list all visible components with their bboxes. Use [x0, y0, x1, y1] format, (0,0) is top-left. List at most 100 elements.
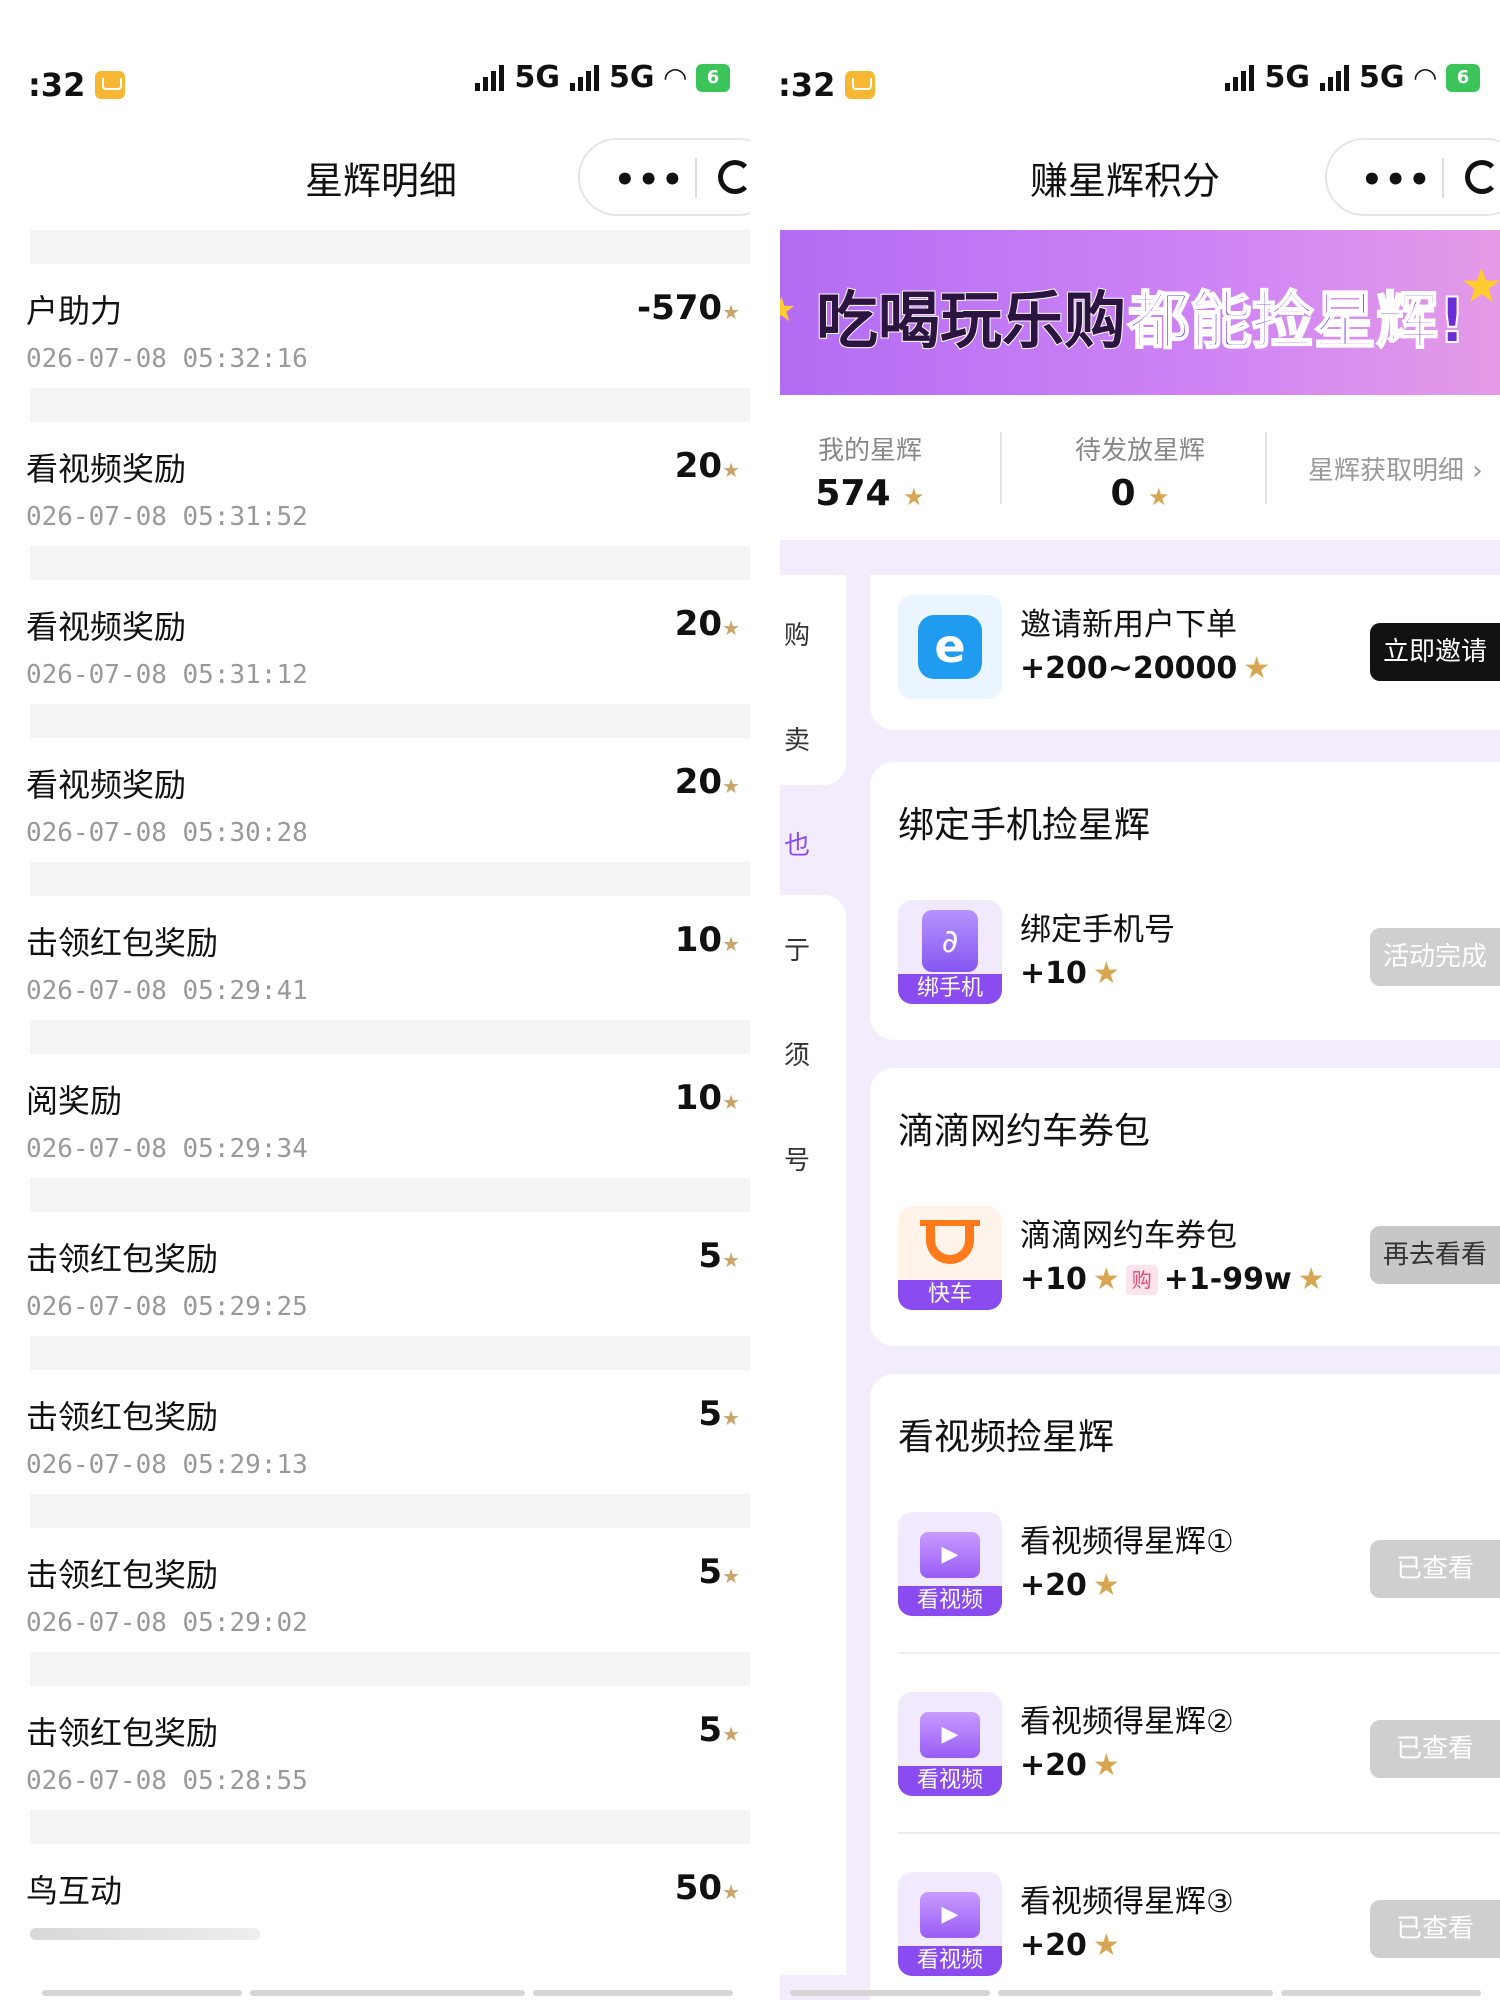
look-again-button[interactable]: 再去看看 — [1370, 1226, 1500, 1284]
signal-bars-icon — [1225, 64, 1255, 91]
invite-button[interactable]: 立即邀请 — [1370, 623, 1500, 681]
record-amount: 10★ — [674, 1078, 740, 1118]
status-time: :32 — [28, 66, 86, 104]
video-item: ▶ 看视频 看视频得星辉① +20 ★ 已查看 — [898, 1512, 1500, 1622]
bind-phone-item: ∂ 绑手机 绑定手机号 +10 ★ 活动完成 — [898, 900, 1500, 1010]
phone-thumb: ∂ 绑手机 — [898, 900, 1002, 1004]
star-icon: ★ — [1460, 258, 1500, 314]
signal-group: 5G 5G ◠ 6 — [475, 60, 730, 95]
video-item: ▶ 看视频 看视频得星辉② +20 ★ 已查看 — [898, 1692, 1500, 1802]
didi-thumb: 快车 — [898, 1206, 1002, 1310]
scroll-indicator — [250, 1990, 525, 1996]
category-sidebar: 购 卖 也 亍 须 号 — [780, 575, 846, 1975]
mini-program-capsule[interactable]: ••• — [578, 138, 750, 216]
video-task-name: 看视频得星辉① — [1020, 1524, 1234, 1560]
network-label: 5G — [514, 60, 560, 95]
star-icon: ★ — [1148, 483, 1170, 511]
didi-points: +10 — [1020, 1262, 1087, 1297]
viewed-button[interactable]: 已查看 — [1370, 1900, 1500, 1958]
record-title: 击领红包奖励 — [26, 1398, 219, 1436]
record-title: 户助力 — [26, 292, 123, 330]
record-amount: 20★ — [674, 762, 740, 802]
record-row: 看视频奖励 026-07-08 05:31:52 20★ — [0, 422, 750, 546]
invite-card: e 邀请新用户下单 +200~20000 ★ 立即邀请 — [870, 575, 1500, 730]
record-row: 阅奖励 026-07-08 05:29:34 10★ — [0, 1054, 750, 1178]
star-icon: ★ — [722, 616, 740, 640]
earn-points-screen: :32 5G 5G ◠ 6 赚星辉积分 ••• ★ 吃喝玩乐购 都能捡星辉! ★… — [750, 0, 1500, 2000]
points-summary: 我的星辉 574 ★ 待发放星辉 0 ★ 星辉获取明细 › — [780, 410, 1500, 520]
star-icon: ★ — [780, 290, 797, 330]
section-title: 滴滴网约车券包 — [898, 1111, 1151, 1152]
invite-thumb: e — [898, 595, 1002, 699]
record-title: 看视频奖励 — [26, 450, 187, 488]
thumb-label: 看视频 — [898, 1946, 1002, 1976]
close-icon[interactable] — [718, 160, 750, 194]
record-title: 看视频奖励 — [26, 608, 187, 646]
record-title: 击领红包奖励 — [26, 1240, 219, 1278]
record-time: 026-07-08 05:29:02 — [26, 1608, 308, 1638]
wifi-icon: ◠ — [1414, 61, 1436, 94]
didi-coupon-card: 滴滴网约车券包 快车 滴滴网约车券包 +10 ★ 购 +1-99w ★ 再去看看 — [870, 1068, 1500, 1346]
signal-bars-icon — [1319, 64, 1349, 91]
points-detail-link[interactable]: 星辉获取明细 › — [1308, 450, 1500, 487]
activity-done-button[interactable]: 活动完成 — [1370, 928, 1500, 986]
network-label: 5G — [608, 60, 655, 95]
sidebar-item[interactable]: 须 — [784, 1035, 810, 1072]
sidebar-item[interactable]: 购 — [784, 615, 810, 652]
record-amount: 5★ — [698, 1710, 740, 1750]
video-task-points: +20 — [1020, 1748, 1087, 1783]
more-icon[interactable]: ••• — [1361, 160, 1432, 200]
scroll-indicator — [1281, 1990, 1481, 1996]
section-title: 看视频捡星辉 — [898, 1417, 1115, 1458]
invite-item: e 邀请新用户下单 +200~20000 ★ 立即邀请 — [898, 595, 1500, 705]
more-icon[interactable]: ••• — [614, 160, 685, 200]
star-icon: ★ — [722, 1880, 740, 1904]
promo-banner[interactable]: ★ 吃喝玩乐购 都能捡星辉! ★ — [780, 230, 1500, 395]
my-points-value: 574 — [815, 473, 891, 514]
record-title: 阅奖励 — [26, 1082, 123, 1120]
video-camera-icon: ▶ — [920, 1712, 980, 1758]
thumb-label: 看视频 — [898, 1586, 1002, 1616]
viewed-button[interactable]: 已查看 — [1370, 1720, 1500, 1778]
star-icon: ★ — [722, 458, 740, 482]
record-row: 鸟互动 50★ — [0, 1844, 750, 1968]
record-row: 户助力 026-07-08 05:32:16 -570★ — [0, 264, 750, 388]
scroll-indicator — [42, 1990, 242, 1996]
thumb-label: 看视频 — [898, 1766, 1002, 1796]
star-icon: ★ — [722, 1564, 740, 1588]
battery-icon: 6 — [696, 63, 730, 92]
viewed-button[interactable]: 已查看 — [1370, 1540, 1500, 1598]
record-time: 026-07-08 05:31:52 — [26, 502, 308, 532]
sidebar-item[interactable]: 亍 — [784, 930, 810, 967]
star-icon: ★ — [722, 1248, 740, 1272]
page-title: 赚星辉积分 — [1030, 159, 1221, 203]
thumb-label: 快车 — [898, 1280, 1002, 1310]
video-task-name: 看视频得星辉③ — [1020, 1884, 1234, 1920]
mini-program-capsule[interactable]: ••• — [1325, 138, 1500, 216]
sidebar-item[interactable]: 卖 — [784, 720, 810, 757]
didi-item: 快车 滴滴网约车券包 +10 ★ 购 +1-99w ★ 再去看看 — [898, 1206, 1500, 1316]
video-thumb: ▶ 看视频 — [898, 1692, 1002, 1796]
sidebar-item-active[interactable]: 也 — [784, 825, 810, 862]
video-thumb: ▶ 看视频 — [898, 1512, 1002, 1616]
record-amount: 20★ — [674, 446, 740, 486]
record-title: 看视频奖励 — [26, 766, 187, 804]
video-task-points: +20 — [1020, 1568, 1087, 1603]
star-icon: ★ — [722, 1090, 740, 1114]
star-icon: ★ — [1092, 1748, 1120, 1783]
record-row: 击领红包奖励 026-07-08 05:29:25 5★ — [0, 1212, 750, 1336]
invite-points: +200~20000 — [1020, 651, 1238, 686]
record-amount: 5★ — [698, 1552, 740, 1592]
invite-name: 邀请新用户下单 — [1020, 607, 1237, 643]
star-icon: ★ — [1092, 1262, 1120, 1297]
video-camera-icon: ▶ — [920, 1892, 980, 1938]
battery-icon: 6 — [1446, 63, 1480, 92]
record-amount: 20★ — [674, 604, 740, 644]
my-points-label: 我的星辉 — [817, 436, 922, 466]
star-icon: ★ — [1092, 1928, 1120, 1963]
bind-phone-name: 绑定手机号 — [1020, 912, 1175, 948]
sidebar-item[interactable]: 号 — [784, 1140, 810, 1177]
close-icon[interactable] — [1465, 160, 1499, 194]
scroll-indicator — [533, 1990, 733, 1996]
mail-icon — [95, 71, 126, 99]
